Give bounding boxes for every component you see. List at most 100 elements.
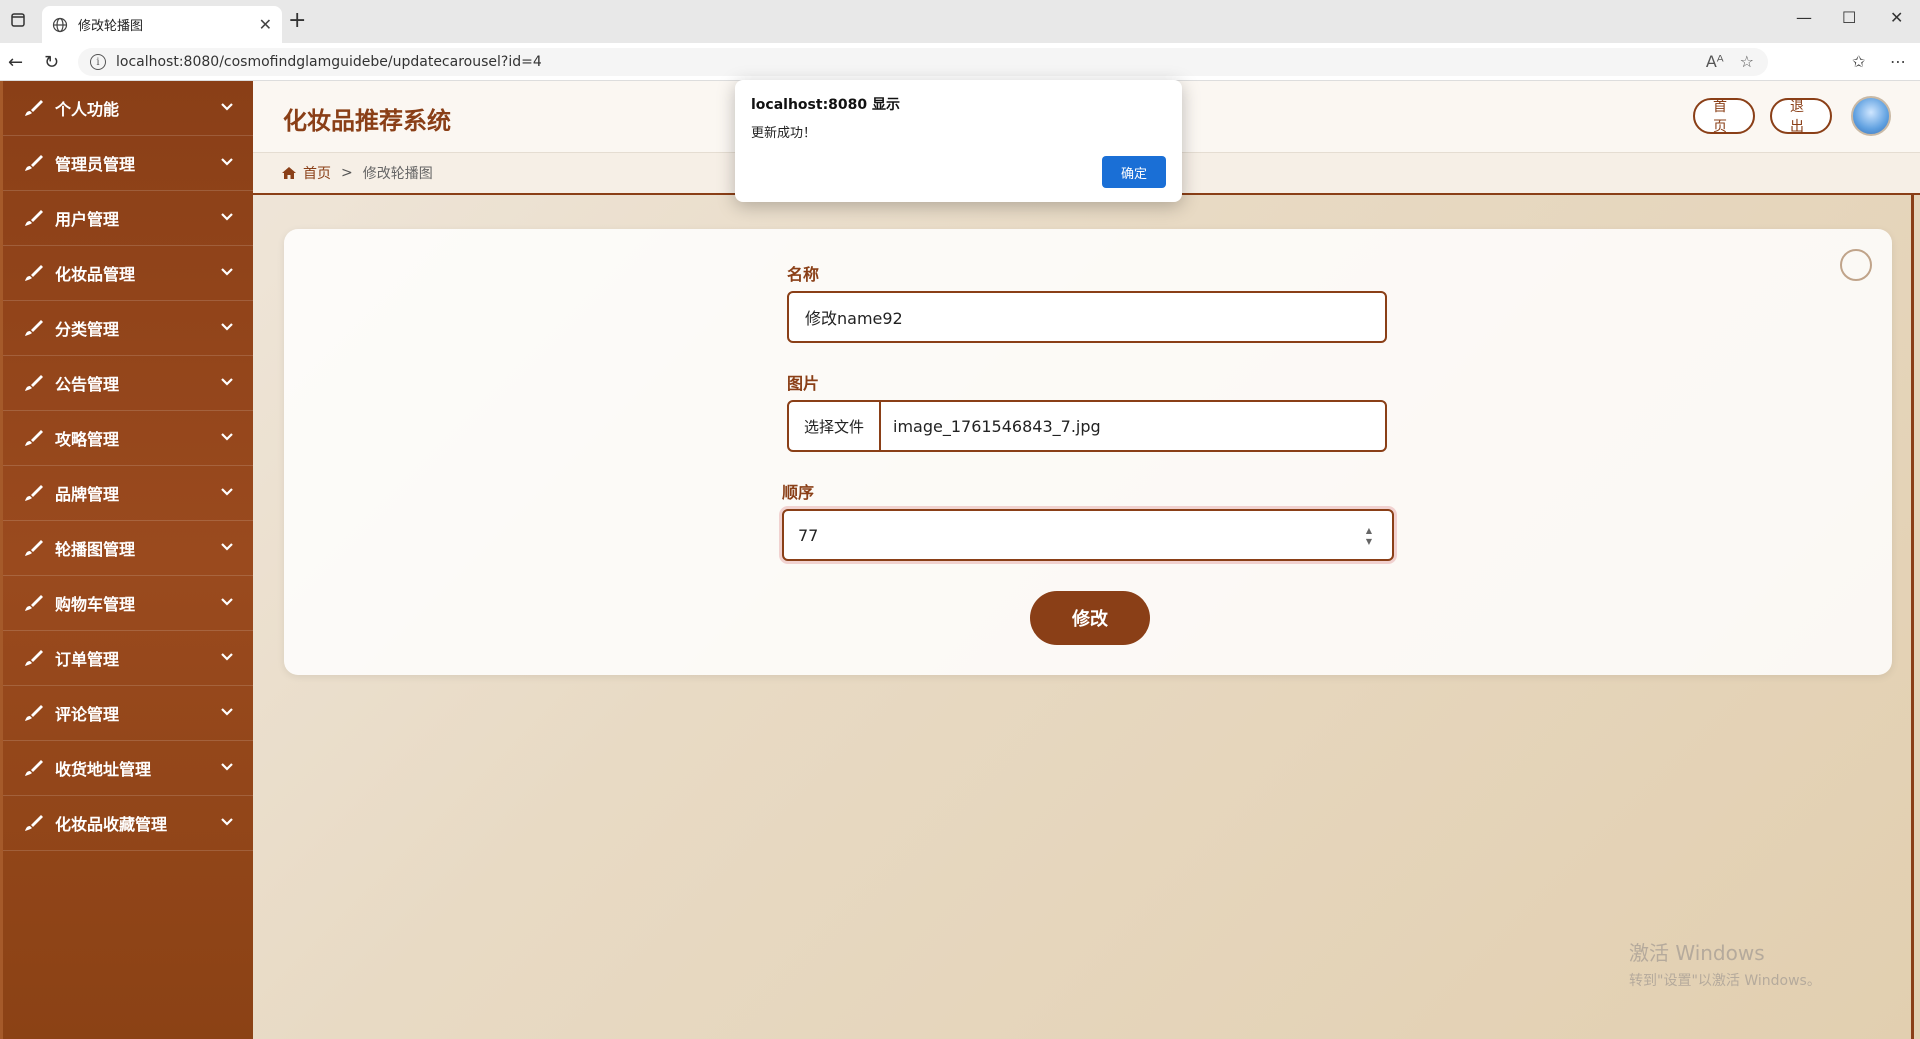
sidebar-item-label: 收货地址管理 (55, 760, 152, 779)
favorite-star-icon[interactable]: ☆ (1740, 52, 1754, 71)
globe-icon (52, 17, 68, 32)
loading-circle-icon (1840, 249, 1872, 281)
chevron-down-icon[interactable] (221, 541, 233, 553)
tab-title: 修改轮播图 (78, 19, 144, 34)
sidebar-item[interactable]: 品牌管理 (3, 466, 253, 521)
system-title: 化妆品推荐系统 (283, 107, 451, 135)
dialog-ok-button[interactable]: 确定 (1102, 156, 1166, 188)
alert-dialog: localhost:8080 显示 更新成功！ 确定 (735, 80, 1182, 202)
chevron-down-icon[interactable] (221, 486, 233, 498)
chevron-down-icon[interactable] (221, 431, 233, 443)
browser-tabbar: 修改轮播图 ✕ + — ☐ ✕ (0, 0, 1920, 43)
image-file-input[interactable]: 选择文件 image_1761546843_7.jpg (787, 400, 1387, 452)
order-number-input[interactable]: 77 ▲ ▼ (782, 509, 1394, 561)
chevron-down-icon[interactable] (221, 321, 233, 333)
sidebar-item[interactable]: 轮播图管理 (3, 521, 253, 576)
favorites-icon[interactable]: ✩ (1852, 52, 1865, 71)
back-icon[interactable]: ← (8, 52, 23, 73)
sidebar: 个人功能管理员管理用户管理化妆品管理分类管理公告管理攻略管理品牌管理轮播图管理购… (0, 81, 253, 1039)
chevron-down-icon[interactable] (221, 651, 233, 663)
sidebar-item-label: 用户管理 (55, 210, 120, 229)
chevron-down-icon[interactable] (221, 596, 233, 608)
dialog-message: 更新成功！ (751, 126, 817, 141)
maximize-icon[interactable]: ☐ (1842, 8, 1856, 27)
minimize-icon[interactable]: — (1796, 8, 1812, 27)
url-text[interactable]: localhost:8080/cosmofindglamguidebe/upda… (116, 54, 542, 70)
dialog-title: localhost:8080 显示 (751, 97, 901, 113)
image-label: 图片 (787, 374, 820, 393)
sidebar-item[interactable]: 评论管理 (3, 686, 253, 741)
chevron-down-icon[interactable] (221, 706, 233, 718)
more-menu-icon[interactable]: ⋯ (1890, 52, 1906, 71)
refresh-icon[interactable]: ↻ (44, 52, 59, 73)
chevron-down-icon[interactable] (221, 761, 233, 773)
sidebar-item-label: 分类管理 (55, 320, 120, 339)
edit-form-card: 名称 修改name92 图片 选择文件 image_1761546843_7.j… (284, 229, 1892, 675)
close-window-icon[interactable]: ✕ (1890, 8, 1903, 27)
new-tab-icon[interactable]: + (288, 10, 306, 32)
brush-icon (25, 155, 43, 171)
sidebar-item-label: 订单管理 (55, 650, 120, 669)
brush-icon (25, 595, 43, 611)
chevron-down-icon[interactable] (221, 816, 233, 828)
avatar[interactable] (1851, 96, 1891, 136)
breadcrumb-current: 修改轮播图 (362, 166, 433, 182)
brush-icon (25, 815, 43, 831)
name-value: 修改name92 (805, 309, 903, 328)
url-bar[interactable]: i localhost:8080/cosmofindglamguidebe/up… (78, 48, 1768, 76)
right-divider (1911, 195, 1914, 1039)
sidebar-item[interactable]: 个人功能 (3, 81, 253, 136)
sidebar-item[interactable]: 管理员管理 (3, 136, 253, 191)
watermark-line2: 转到"设置"以激活 Windows。 (1629, 973, 1821, 989)
sidebar-item-label: 评论管理 (55, 705, 120, 724)
brush-icon (25, 540, 43, 556)
order-label: 顺序 (782, 483, 815, 502)
close-tab-icon[interactable]: ✕ (259, 15, 272, 34)
sidebar-item[interactable]: 订单管理 (3, 631, 253, 686)
choose-file-button[interactable]: 选择文件 (789, 402, 881, 450)
main-area: 化妆品推荐系统 首页 退出 首页 > 修改轮播图 名称 修改name92 图片 … (253, 81, 1920, 1039)
sidebar-item-label: 攻略管理 (55, 430, 120, 449)
home-button[interactable]: 首页 (1693, 98, 1755, 135)
sidebar-item-label: 轮播图管理 (55, 540, 136, 559)
sidebar-item-label: 个人功能 (55, 100, 120, 119)
chevron-down-icon[interactable] (221, 211, 233, 223)
logout-button[interactable]: 退出 (1770, 98, 1832, 135)
tab-actions-icon[interactable] (8, 10, 28, 30)
submit-button[interactable]: 修改 (1030, 591, 1150, 645)
sidebar-item-label: 品牌管理 (55, 485, 120, 504)
name-label: 名称 (787, 265, 820, 284)
windows-activation-watermark: 激活 Windows 转到"设置"以激活 Windows。 (1629, 937, 1821, 990)
browser-tab[interactable]: 修改轮播图 ✕ (42, 6, 282, 43)
brush-icon (25, 265, 43, 281)
sidebar-item[interactable]: 收货地址管理 (3, 741, 253, 796)
order-value: 77 (798, 525, 819, 545)
chevron-down-icon[interactable] (221, 266, 233, 278)
brush-icon (25, 705, 43, 721)
brush-icon (25, 485, 43, 501)
sidebar-item-label: 购物车管理 (55, 595, 136, 614)
address-toolbar: ← ↻ i localhost:8080/cosmofindglamguideb… (0, 43, 1920, 81)
breadcrumb-home[interactable]: 首页 (303, 163, 331, 183)
sidebar-item[interactable]: 分类管理 (3, 301, 253, 356)
sidebar-item[interactable]: 购物车管理 (3, 576, 253, 631)
breadcrumb-separator: > (341, 165, 353, 181)
chevron-down-icon[interactable] (221, 376, 233, 388)
site-info-icon[interactable]: i (90, 54, 106, 70)
sidebar-item[interactable]: 用户管理 (3, 191, 253, 246)
brush-icon (25, 100, 43, 116)
chevron-down-icon[interactable] (221, 156, 233, 168)
chevron-down-icon[interactable] (221, 101, 233, 113)
sidebar-item[interactable]: 化妆品管理 (3, 246, 253, 301)
name-input[interactable]: 修改name92 (787, 291, 1387, 343)
sidebar-item[interactable]: 化妆品收藏管理 (3, 796, 253, 851)
sidebar-item-label: 管理员管理 (55, 155, 136, 174)
home-icon (282, 167, 296, 179)
number-stepper-icon[interactable]: ▲ ▼ (1366, 525, 1372, 547)
sidebar-item-label: 化妆品收藏管理 (55, 815, 168, 834)
file-name: image_1761546843_7.jpg (893, 416, 1101, 436)
brush-icon (25, 760, 43, 776)
read-aloud-icon[interactable]: Aᴬ (1706, 52, 1724, 71)
sidebar-item[interactable]: 攻略管理 (3, 411, 253, 466)
sidebar-item[interactable]: 公告管理 (3, 356, 253, 411)
